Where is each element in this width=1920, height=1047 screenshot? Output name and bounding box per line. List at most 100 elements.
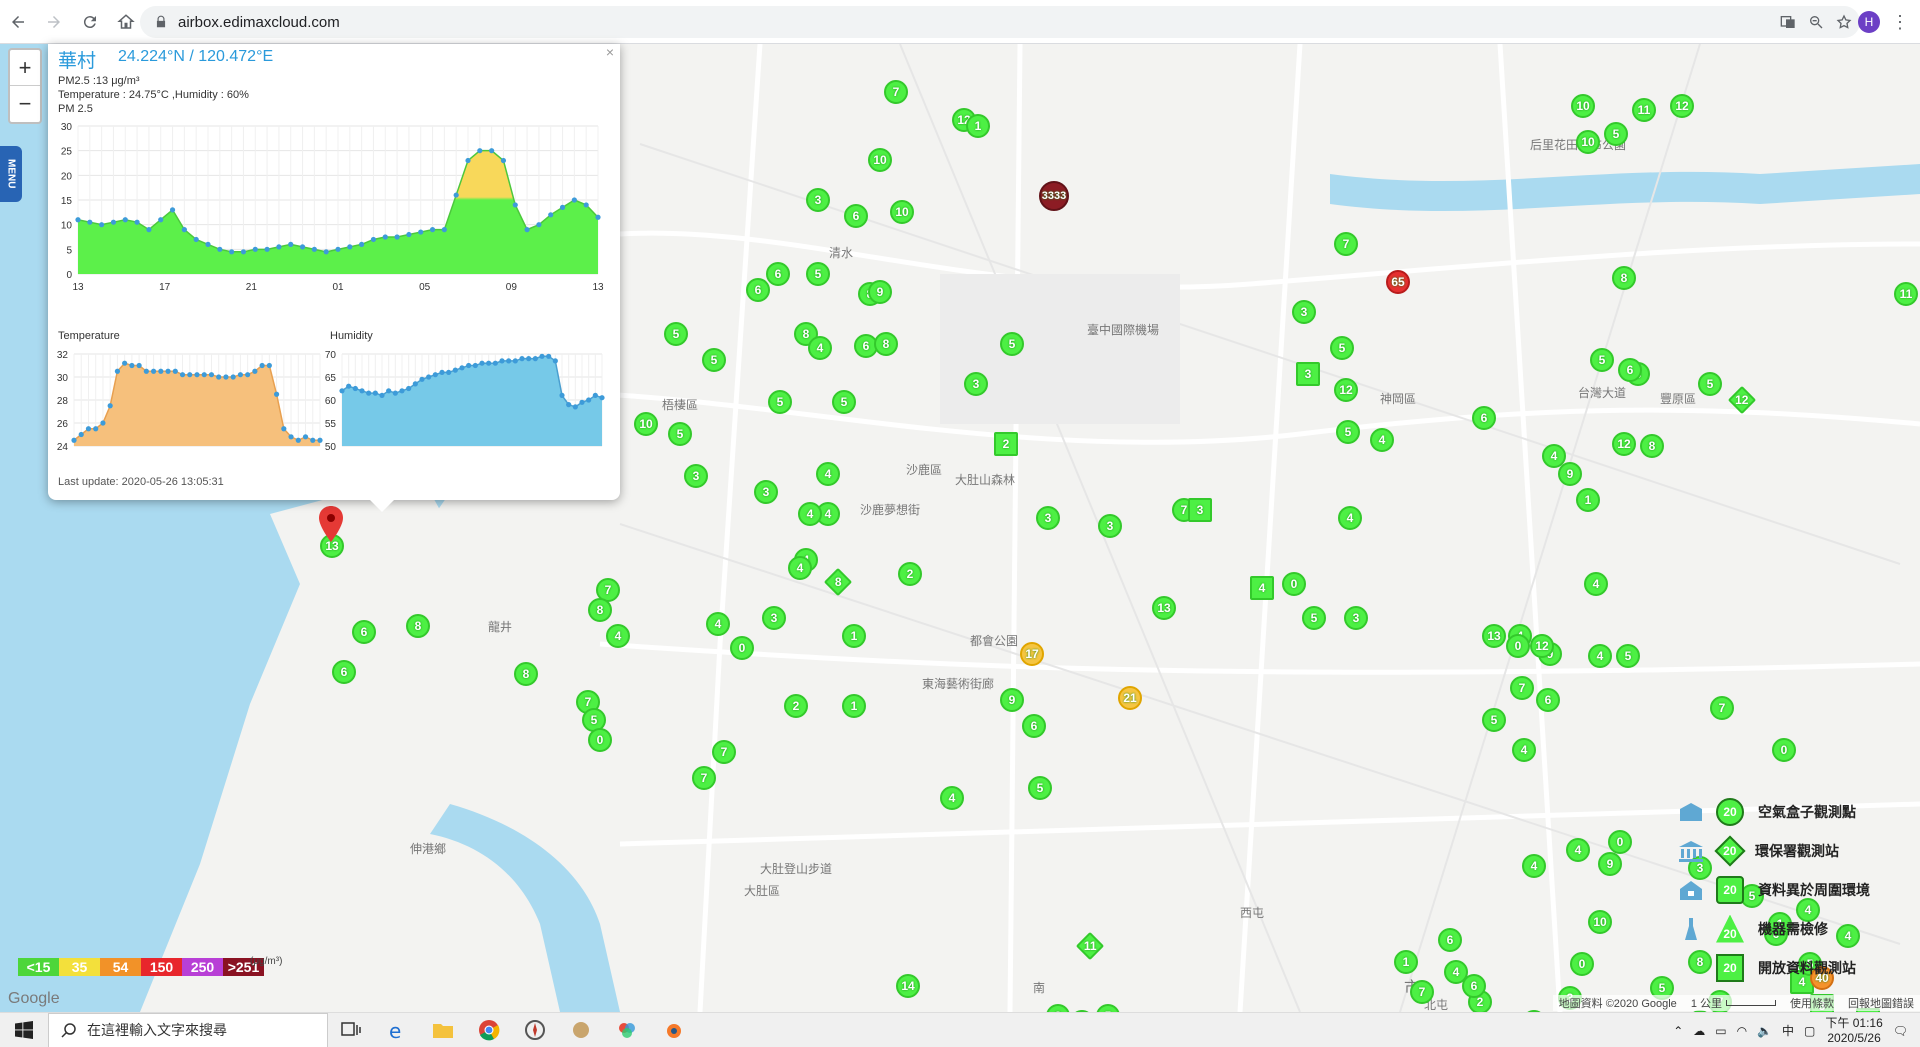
station-marker[interactable]: 4 — [1522, 854, 1546, 878]
station-marker[interactable]: 1 — [1576, 488, 1600, 512]
station-marker[interactable]: 13 — [1152, 596, 1176, 620]
terms-link[interactable]: 使用條款 — [1790, 995, 1834, 1011]
station-marker[interactable]: 1 — [842, 624, 866, 648]
station-marker[interactable]: 7 — [692, 766, 716, 790]
station-marker[interactable]: 1 — [1394, 950, 1418, 974]
station-marker[interactable]: 4 — [706, 612, 730, 636]
station-marker[interactable]: 7 — [1334, 232, 1358, 256]
station-marker[interactable]: 6 — [766, 262, 790, 286]
station-marker[interactable]: 5 — [702, 348, 726, 372]
station-marker[interactable]: 4 — [940, 786, 964, 810]
forward-icon[interactable] — [36, 4, 72, 40]
station-marker[interactable]: 8 — [514, 662, 538, 686]
station-marker[interactable]: 10 — [890, 200, 914, 224]
station-marker[interactable]: 7 — [712, 740, 736, 764]
station-marker[interactable]: 10 — [868, 148, 892, 172]
station-marker[interactable]: 3 — [1188, 498, 1212, 522]
station-marker[interactable]: 2 — [784, 694, 808, 718]
station-marker[interactable]: 1 — [842, 694, 866, 718]
station-marker[interactable]: 5 — [832, 390, 856, 414]
station-marker[interactable]: 8 — [1612, 266, 1636, 290]
station-marker[interactable]: 4 — [1588, 644, 1612, 668]
station-marker[interactable]: 6 — [1472, 406, 1496, 430]
station-marker[interactable]: 4 — [1566, 838, 1590, 862]
station-marker[interactable]: 3 — [1292, 300, 1316, 324]
station-marker[interactable]: 3 — [1344, 606, 1368, 630]
station-marker[interactable]: 9 — [1598, 852, 1622, 876]
station-marker[interactable]: 5 — [1028, 776, 1052, 800]
station-marker[interactable]: 21 — [1118, 686, 1142, 710]
back-icon[interactable] — [0, 4, 36, 40]
station-marker[interactable]: 4 — [1370, 428, 1394, 452]
station-marker[interactable]: 4 — [1584, 572, 1608, 596]
report-error-link[interactable]: 回報地圖錯誤 — [1848, 995, 1914, 1011]
station-marker[interactable]: 0 — [1570, 952, 1594, 976]
station-marker[interactable]: 10 — [634, 412, 658, 436]
station-marker[interactable]: 8 — [1640, 434, 1664, 458]
station-marker[interactable]: 4 — [798, 502, 822, 526]
station-marker[interactable]: 6 — [1462, 974, 1486, 998]
station-marker[interactable]: 4 — [606, 624, 630, 648]
windows-start-icon[interactable] — [0, 1013, 48, 1047]
station-marker[interactable]: 3 — [1098, 514, 1122, 538]
station-marker[interactable]: 3 — [762, 606, 786, 630]
station-marker[interactable]: 6 — [332, 660, 356, 684]
station-marker[interactable]: 3333 — [1039, 181, 1069, 211]
station-marker[interactable]: 5 — [768, 390, 792, 414]
station-marker[interactable]: 3 — [754, 480, 778, 504]
station-marker[interactable]: 5 — [1302, 606, 1326, 630]
wifi-icon[interactable]: ◠ — [1737, 1024, 1747, 1038]
station-marker[interactable]: 5 — [1330, 336, 1354, 360]
ime-indicator[interactable]: 中 — [1782, 1022, 1794, 1039]
clock[interactable]: 下午 01:16 2020/5/26 — [1825, 1016, 1882, 1046]
notification-icon[interactable]: 🗨 — [1893, 1024, 1908, 1038]
map-pin-icon[interactable] — [318, 506, 344, 542]
app-icon[interactable] — [558, 1013, 604, 1047]
station-marker[interactable]: 5 — [1482, 708, 1506, 732]
station-marker[interactable]: 2 — [898, 562, 922, 586]
menu-button[interactable]: MENU — [0, 146, 22, 202]
blender-icon[interactable] — [650, 1013, 696, 1047]
station-marker[interactable]: 14 — [896, 974, 920, 998]
station-marker[interactable]: 4 — [788, 556, 812, 580]
browser-menu-icon[interactable]: ⋮ — [1890, 12, 1910, 32]
station-marker[interactable]: 6 — [1618, 358, 1642, 382]
station-marker[interactable]: 12 — [1670, 94, 1694, 118]
file-explorer-icon[interactable] — [420, 1013, 466, 1047]
station-marker[interactable]: 8 — [406, 614, 430, 638]
station-marker[interactable]: 6 — [352, 620, 376, 644]
zoom-out-button[interactable]: − — [10, 86, 40, 122]
station-marker[interactable]: 0 — [1506, 634, 1530, 658]
station-marker[interactable]: 6 — [746, 278, 770, 302]
station-marker[interactable]: 10 — [1588, 910, 1612, 934]
station-marker[interactable]: 4 — [1542, 444, 1566, 468]
station-marker[interactable]: 5 — [1616, 644, 1640, 668]
station-marker[interactable]: 5 — [1000, 332, 1024, 356]
station-marker[interactable]: 9 — [868, 280, 892, 304]
station-marker[interactable]: 0 — [1608, 830, 1632, 854]
map-data-credit[interactable]: 地圖資料 ©2020 Google — [1559, 995, 1677, 1011]
close-icon[interactable]: × — [606, 44, 614, 60]
translate-icon[interactable] — [1780, 14, 1796, 30]
station-marker[interactable]: 4 — [808, 336, 832, 360]
paint-app-icon[interactable] — [604, 1013, 650, 1047]
station-marker[interactable]: 12 — [1530, 634, 1554, 658]
address-bar[interactable]: airbox.edimaxcloud.com — [140, 6, 1860, 38]
station-marker[interactable]: 17 — [1020, 642, 1044, 666]
zoom-page-icon[interactable] — [1808, 14, 1824, 30]
station-marker[interactable]: 3 — [1036, 506, 1060, 530]
station-marker[interactable]: 7 — [1510, 676, 1534, 700]
station-marker[interactable]: 10 — [1576, 130, 1600, 154]
station-marker[interactable]: 0 — [1772, 738, 1796, 762]
profile-avatar[interactable]: H — [1858, 11, 1880, 33]
station-marker[interactable]: 8 — [874, 332, 898, 356]
home-icon[interactable] — [108, 4, 144, 40]
station-marker[interactable]: 0 — [588, 728, 612, 752]
station-marker[interactable]: 0 — [730, 636, 754, 660]
station-marker[interactable]: 4 — [1338, 506, 1362, 530]
scale-bar[interactable]: 1 公里 — [1691, 995, 1776, 1011]
station-marker[interactable]: 5 — [806, 262, 830, 286]
station-marker[interactable]: 6 — [1022, 714, 1046, 738]
station-marker[interactable]: 9 — [1558, 462, 1582, 486]
station-marker[interactable]: 6 — [844, 204, 868, 228]
